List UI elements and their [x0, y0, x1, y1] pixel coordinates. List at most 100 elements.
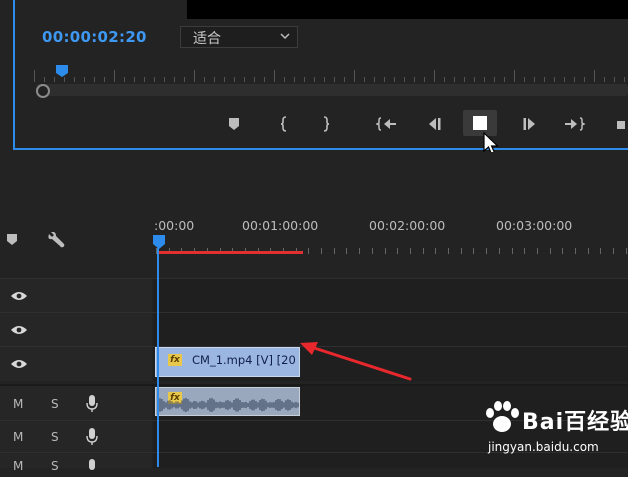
monitor-playhead-icon[interactable] — [56, 65, 68, 77]
ruler-tick — [584, 77, 585, 82]
ruler-tick — [494, 77, 495, 82]
eye-icon[interactable] — [10, 290, 28, 302]
ruler-tick — [34, 70, 35, 82]
ruler-tick — [94, 77, 95, 82]
microphone-icon[interactable] — [86, 459, 98, 477]
ruler-tick — [604, 77, 605, 82]
ruler-tick — [104, 77, 105, 82]
ruler-tick — [575, 248, 576, 254]
step-forward-button[interactable] — [519, 113, 541, 135]
video-preview — [187, 0, 628, 19]
ruler-tick — [534, 77, 535, 82]
microphone-icon[interactable] — [86, 395, 98, 413]
paw-logo-icon — [486, 401, 519, 432]
ruler-tick — [554, 77, 555, 82]
timeline-playhead-icon[interactable] — [153, 235, 165, 249]
ruler-tick — [324, 77, 325, 82]
ruler-tick — [84, 77, 85, 82]
ruler-tick — [574, 77, 575, 82]
ruler-tick — [410, 248, 411, 254]
watermark-url: jingyan.baidu.com — [488, 440, 599, 454]
ruler-tick — [54, 77, 55, 82]
track-header — [0, 313, 152, 347]
monitor-zoom-scrollbar[interactable] — [36, 84, 628, 96]
ruler-tick — [194, 70, 195, 82]
zoom-level-value: 适合 — [193, 31, 221, 47]
ruler-tick — [346, 248, 347, 254]
solo-button[interactable]: S — [51, 459, 59, 473]
eye-icon[interactable] — [10, 324, 28, 336]
ruler-tick — [224, 77, 225, 82]
monitor-time-ruler[interactable] — [30, 64, 628, 82]
step-back-icon — [429, 118, 441, 130]
ruler-tick — [354, 70, 355, 82]
ruler-tick — [512, 248, 513, 254]
mark-out-icon — [323, 116, 330, 132]
ruler-tick — [284, 77, 285, 82]
ruler-tick — [124, 77, 125, 82]
ruler-tick — [414, 77, 415, 82]
ruler-tick — [397, 248, 398, 254]
zoom-level-select[interactable]: 适合 — [180, 26, 298, 48]
ruler-tick — [624, 77, 625, 82]
ruler-tick — [484, 77, 485, 82]
playhead-timecode[interactable]: 00:00:02:20 — [42, 28, 147, 46]
marker-icon — [229, 118, 239, 130]
ruler-tick — [374, 77, 375, 82]
go-to-in-button[interactable] — [376, 113, 398, 135]
scrollbar-handle[interactable] — [36, 84, 50, 98]
eye-icon[interactable] — [10, 358, 28, 370]
ruler-tick — [448, 248, 449, 254]
insert-icon — [617, 121, 625, 129]
video-clip[interactable]: fx CM_1.mp4 [V] [20 — [155, 347, 300, 377]
mute-button[interactable]: M — [13, 459, 23, 473]
timeline-playhead-line — [157, 248, 159, 467]
ruler-tick — [524, 248, 525, 254]
ruler-tick — [424, 77, 425, 82]
go-to-out-button[interactable] — [563, 113, 585, 135]
step-forward-icon — [523, 118, 535, 130]
ruler-label-3: 00:03:00:00 — [496, 218, 573, 233]
ruler-tick — [434, 70, 435, 82]
ruler-tick — [334, 248, 335, 254]
ruler-tick — [404, 77, 405, 82]
ruler-tick — [359, 248, 360, 254]
ruler-tick — [524, 77, 525, 82]
ruler-tick — [423, 248, 424, 254]
video-clip-label: CM_1.mp4 [V] [20 — [192, 353, 296, 367]
timeline-panel-header — [0, 152, 628, 182]
mark-out-button[interactable] — [315, 113, 337, 135]
step-back-button[interactable] — [423, 113, 445, 135]
solo-button[interactable]: S — [51, 430, 59, 444]
ruler-tick — [464, 77, 465, 82]
ruler-tick — [64, 77, 65, 82]
mark-in-icon — [280, 116, 287, 132]
solo-button[interactable]: S — [51, 397, 59, 411]
track-area[interactable] — [153, 279, 628, 313]
baidu-jingyan-watermark: Bai百经验 jingyan.baidu.com — [470, 398, 628, 467]
insert-button[interactable] — [612, 113, 628, 135]
ruler-tick — [544, 77, 545, 82]
annotation-arrow — [300, 342, 412, 381]
ruler-tick — [344, 77, 345, 82]
mute-button[interactable]: M — [13, 397, 23, 411]
work-area-bar[interactable] — [157, 251, 303, 254]
ruler-tick — [174, 77, 175, 82]
add-marker-icon[interactable] — [6, 234, 18, 246]
microphone-icon[interactable] — [86, 428, 98, 446]
audio-clip[interactable]: fx — [155, 387, 300, 416]
ruler-tick — [504, 77, 505, 82]
ruler-label-2: 00:02:00:00 — [369, 218, 446, 233]
go-to-out-icon — [565, 117, 585, 131]
ruler-tick — [364, 77, 365, 82]
track-header: M S — [0, 421, 152, 453]
add-marker-button[interactable] — [223, 113, 245, 135]
mark-in-button[interactable] — [273, 113, 295, 135]
ruler-label-1: 00:01:00:00 — [242, 218, 319, 233]
ruler-tick — [588, 248, 589, 254]
video-track-v3 — [0, 278, 628, 313]
ruler-tick — [499, 248, 500, 254]
mute-button[interactable]: M — [13, 430, 23, 444]
wrench-icon[interactable] — [46, 232, 66, 250]
ruler-tick — [244, 77, 245, 82]
